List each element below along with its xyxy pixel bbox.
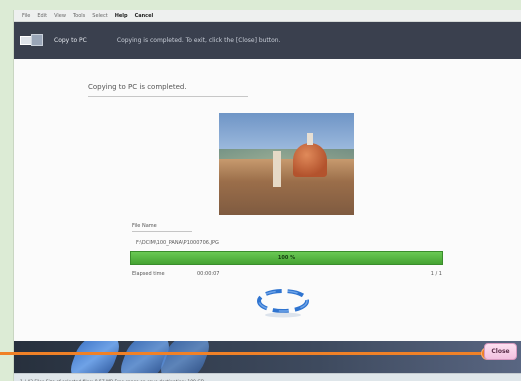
status-bar: 1 / 43 Files Size of selected files: 8.5… [14,373,521,381]
menu-bar: File Edit View Tools Select Help Cancel [14,10,521,22]
file-name-label: File Name [132,223,192,232]
progress-spinner-icon [257,289,309,318]
callout-pointer-line [0,352,487,355]
menu-view[interactable]: View [54,13,66,19]
close-button[interactable]: Close [484,343,517,360]
file-name-value: F:\DCIM\100_PANA\P1000706.JPG [136,240,219,246]
menu-help[interactable]: Help [115,13,128,19]
menu-cancel[interactable]: Cancel [135,13,154,19]
header-title: Copy to PC [54,37,87,44]
elapsed-row: Elapsed time 00:00:07 1 / 1 [132,271,442,277]
menu-edit[interactable]: Edit [37,13,47,19]
menu-select[interactable]: Select [92,13,107,19]
progress-bar: 100 % [130,251,443,265]
menu-tools[interactable]: Tools [73,13,85,19]
bottom-band [14,341,521,373]
menu-file[interactable]: File [22,13,30,19]
completion-caption: Copying to PC is completed. [88,83,248,97]
elapsed-value: 00:00:07 [197,271,220,277]
copy-to-pc-window: File Edit View Tools Select Help Cancel … [14,10,521,381]
progress-text: 100 % [277,255,296,261]
copy-to-pc-icon [20,33,44,48]
header-bar: Copy to PC Copying is completed. To exit… [14,22,521,59]
elapsed-label: Elapsed time [132,271,165,277]
file-count: 1 / 1 [430,271,442,277]
header-message: Copying is completed. To exit, click the… [116,37,281,44]
photo-thumbnail [219,113,354,215]
